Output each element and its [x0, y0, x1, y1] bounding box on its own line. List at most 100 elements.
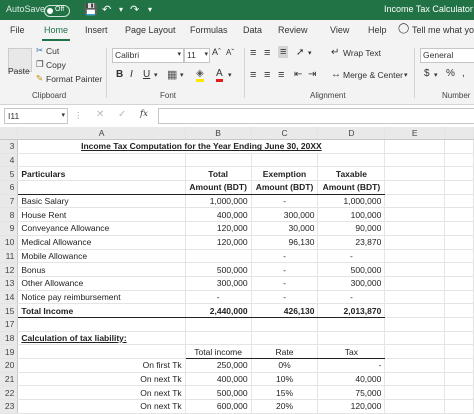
cell[interactable]	[185, 331, 252, 346]
cell-taxable[interactable]: 23,870	[317, 235, 386, 250]
cell[interactable]	[384, 166, 446, 182]
comma-style-icon[interactable]: ,	[462, 68, 465, 79]
enter-icon[interactable]: ✓	[118, 109, 126, 120]
cell-exemption-header[interactable]: Exemption	[251, 166, 319, 182]
font-name-select[interactable]: Calibri ▾	[112, 48, 184, 63]
cell[interactable]	[17, 344, 186, 359]
row-header[interactable]: 13	[0, 276, 19, 291]
cell-taxable-header[interactable]: Taxable	[317, 166, 386, 182]
cell-taxable[interactable]: 1,000,000	[317, 194, 386, 209]
borders-icon[interactable]: ▦	[167, 68, 177, 81]
cell-particular[interactable]: Bonus	[17, 262, 186, 277]
cell[interactable]	[444, 317, 474, 332]
font-color-icon[interactable]: A	[216, 68, 223, 82]
cell[interactable]	[384, 290, 446, 305]
row-header[interactable]: 18	[0, 331, 19, 346]
cell[interactable]	[444, 235, 474, 250]
cell[interactable]	[251, 153, 319, 168]
cell-total-income-taxable[interactable]: 2,013,870	[317, 303, 386, 318]
decrease-font-icon[interactable]: Aˇ	[226, 48, 234, 57]
cell-amount-header[interactable]: Amount (BDT)	[317, 180, 386, 195]
cell[interactable]	[384, 207, 446, 223]
cell[interactable]	[444, 344, 474, 359]
cell[interactable]	[17, 317, 186, 332]
row-header[interactable]: 22	[0, 385, 19, 401]
cell-exemption[interactable]: -	[251, 262, 319, 277]
underline-button[interactable]: U	[143, 69, 150, 80]
currency-icon[interactable]: $	[424, 68, 430, 79]
cell[interactable]	[17, 153, 186, 168]
sheet-title-cell[interactable]: Income Tax Computation for the Year Endi…	[17, 139, 386, 154]
align-bottom-icon[interactable]: ≡	[278, 46, 289, 58]
tab-review[interactable]: Review	[278, 25, 308, 35]
cell-slab-rate[interactable]: 0%	[251, 358, 319, 373]
cell[interactable]	[384, 303, 446, 318]
cell-slab-label[interactable]: On next Tk	[17, 385, 186, 401]
column-header-b[interactable]: B	[185, 127, 252, 140]
cell[interactable]	[17, 180, 186, 195]
cell-rate-header[interactable]: Rate	[251, 344, 319, 359]
cell-particulars-header[interactable]: Particulars	[17, 166, 186, 182]
cell-total[interactable]: -	[185, 290, 252, 305]
row-header[interactable]: 10	[0, 235, 19, 250]
cell-taxable[interactable]: -	[317, 290, 386, 305]
number-format-select[interactable]: General	[420, 48, 474, 63]
cell[interactable]	[384, 262, 446, 277]
cell[interactable]	[444, 249, 474, 264]
cell-total[interactable]: 120,000	[185, 235, 252, 250]
merge-center-button[interactable]: Merge & Center	[343, 70, 403, 80]
cell[interactable]	[444, 331, 474, 346]
cell-total[interactable]: 400,000	[185, 207, 252, 223]
cell-particular[interactable]: Medical Allowance	[17, 235, 186, 250]
cell-amount-header[interactable]: Amount (BDT)	[251, 180, 319, 195]
cell[interactable]	[384, 358, 446, 373]
name-box[interactable]: I11 ▾	[4, 108, 68, 124]
cell-total-income-header[interactable]: Total income	[185, 344, 252, 359]
align-right-icon[interactable]: ≡	[278, 69, 284, 81]
cell[interactable]	[317, 317, 386, 332]
autosave-toggle[interactable]: Off	[44, 5, 70, 17]
cell-exemption[interactable]: 30,000	[251, 221, 319, 236]
row-header[interactable]: 21	[0, 372, 19, 387]
row-header[interactable]: 6	[0, 180, 19, 195]
cell-exemption[interactable]: -	[251, 194, 319, 209]
column-header-d[interactable]: D	[317, 127, 386, 140]
cell[interactable]	[444, 276, 474, 291]
cell[interactable]	[384, 180, 446, 195]
cell[interactable]	[384, 249, 446, 264]
cell[interactable]	[384, 235, 446, 250]
cell-exemption[interactable]: 300,000	[251, 207, 319, 223]
increase-font-icon[interactable]: Aˆ	[212, 47, 221, 57]
tab-insert[interactable]: Insert	[85, 25, 108, 35]
cell-tax-header[interactable]: Tax	[317, 344, 386, 359]
bold-button[interactable]: B	[116, 69, 123, 80]
align-left-icon[interactable]: ≡	[250, 69, 256, 81]
cell[interactable]	[384, 317, 446, 332]
select-all-corner[interactable]	[0, 127, 19, 140]
cell-particular[interactable]: Notice pay reimbursement	[17, 290, 186, 305]
cell[interactable]	[317, 153, 386, 168]
fill-color-icon[interactable]: ◈	[196, 68, 204, 82]
chevron-down-icon[interactable]: ▾	[154, 71, 158, 79]
cell-total[interactable]: 1,000,000	[185, 194, 252, 209]
align-center-icon[interactable]: ≡	[264, 69, 270, 81]
cell-amount-header[interactable]: Amount (BDT)	[185, 180, 252, 195]
cut-button[interactable]: Cut	[46, 46, 59, 56]
row-header[interactable]: 7	[0, 194, 19, 209]
tab-home[interactable]: Home	[41, 25, 71, 41]
cell[interactable]	[384, 344, 446, 359]
cell-taxable[interactable]: 90,000	[317, 221, 386, 236]
cell-particular[interactable]: Conveyance Allowance	[17, 221, 186, 236]
customize-quick-access-icon[interactable]: ▾	[148, 5, 152, 14]
chevron-down-icon[interactable]: ▾	[180, 71, 184, 79]
cell-exemption[interactable]: -	[251, 249, 319, 264]
cell[interactable]	[444, 358, 474, 373]
cell[interactable]	[185, 153, 252, 168]
paste-button[interactable]: Paste	[8, 66, 30, 76]
cell[interactable]	[384, 331, 446, 346]
cell-taxable[interactable]: -	[317, 249, 386, 264]
row-header[interactable]: 4	[0, 153, 19, 168]
column-header-e[interactable]: E	[384, 127, 446, 140]
cell-tax-liability-heading[interactable]: Calculation of tax liability:	[17, 331, 186, 346]
cell-particular[interactable]: Basic Salary	[17, 194, 186, 209]
